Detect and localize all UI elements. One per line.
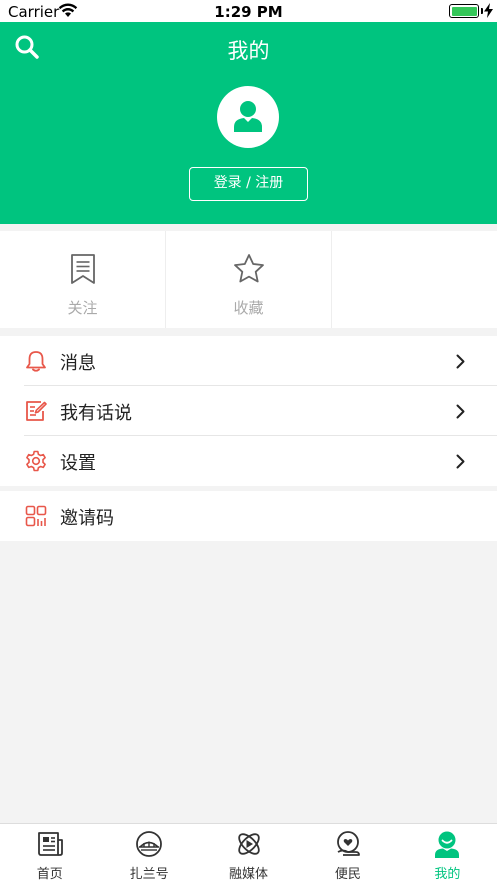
newspaper-icon xyxy=(36,830,64,862)
tab-label-home: 首页 xyxy=(36,867,63,882)
avatar[interactable] xyxy=(217,86,279,148)
chevron-right-icon xyxy=(456,454,465,473)
tab-convenience[interactable]: 便民 xyxy=(298,824,397,883)
tab-label-convenience: 便民 xyxy=(334,867,361,882)
heart-hand-icon xyxy=(334,830,362,862)
bookmark-icon xyxy=(70,253,96,289)
favorites-label: 收藏 xyxy=(233,299,264,317)
favorites-button[interactable]: 收藏 xyxy=(166,231,332,328)
login-register-button[interactable]: 登录 / 注册 xyxy=(189,167,308,201)
qr-code-icon xyxy=(25,505,47,531)
menu-item-invite-code[interactable]: 邀请码 xyxy=(0,491,497,541)
profile-icon xyxy=(433,830,461,862)
menu-label-invite-code: 邀请码 xyxy=(60,508,114,529)
clock: 1:29 PM xyxy=(214,3,283,21)
menu-label-settings: 设置 xyxy=(60,453,96,474)
star-icon xyxy=(233,253,265,288)
empty-quick-slot xyxy=(332,231,497,328)
menu-item-feedback[interactable]: 我有话说 xyxy=(0,386,497,436)
screen: Carrier 1:29 PM 我的 登录 / 注册 关注 收藏 消息 我有话说… xyxy=(0,0,497,883)
quick-actions: 关注 收藏 xyxy=(0,231,497,328)
tab-label-media: 融媒体 xyxy=(229,867,269,882)
chevron-right-icon xyxy=(456,354,465,373)
menu-label-messages: 消息 xyxy=(60,353,96,374)
menu-label-feedback: 我有话说 xyxy=(60,403,132,424)
tab-label-zhalan: 扎兰号 xyxy=(129,867,169,882)
tab-label-profile: 我的 xyxy=(434,867,461,882)
tab-home[interactable]: 首页 xyxy=(0,824,99,883)
tab-bar: 首页 扎兰号 融媒体 便民 我的 xyxy=(0,823,497,883)
battery-icon xyxy=(449,4,479,18)
bridge-icon xyxy=(135,830,163,862)
menu-group-main: 消息 我有话说 设置 xyxy=(0,336,497,486)
menu-group-invite: 邀请码 xyxy=(0,491,497,541)
menu-item-messages[interactable]: 消息 xyxy=(0,336,497,386)
user-icon xyxy=(234,101,262,132)
bell-icon xyxy=(25,350,47,376)
chevron-right-icon xyxy=(456,404,465,423)
follow-button[interactable]: 关注 xyxy=(0,231,166,328)
edit-note-icon xyxy=(25,400,47,426)
follow-label: 关注 xyxy=(67,299,98,317)
media-play-icon xyxy=(235,830,263,862)
status-bar: Carrier 1:29 PM xyxy=(0,0,497,22)
tab-media[interactable]: 融媒体 xyxy=(199,824,298,883)
charging-icon xyxy=(484,3,493,22)
tab-profile[interactable]: 我的 xyxy=(398,824,497,883)
page-title: 我的 xyxy=(227,39,270,63)
battery-cap xyxy=(481,8,483,14)
menu-item-settings[interactable]: 设置 xyxy=(0,436,497,486)
profile-header: 我的 登录 / 注册 xyxy=(0,22,497,224)
tab-zhalan[interactable]: 扎兰号 xyxy=(99,824,198,883)
gear-icon xyxy=(25,450,47,476)
